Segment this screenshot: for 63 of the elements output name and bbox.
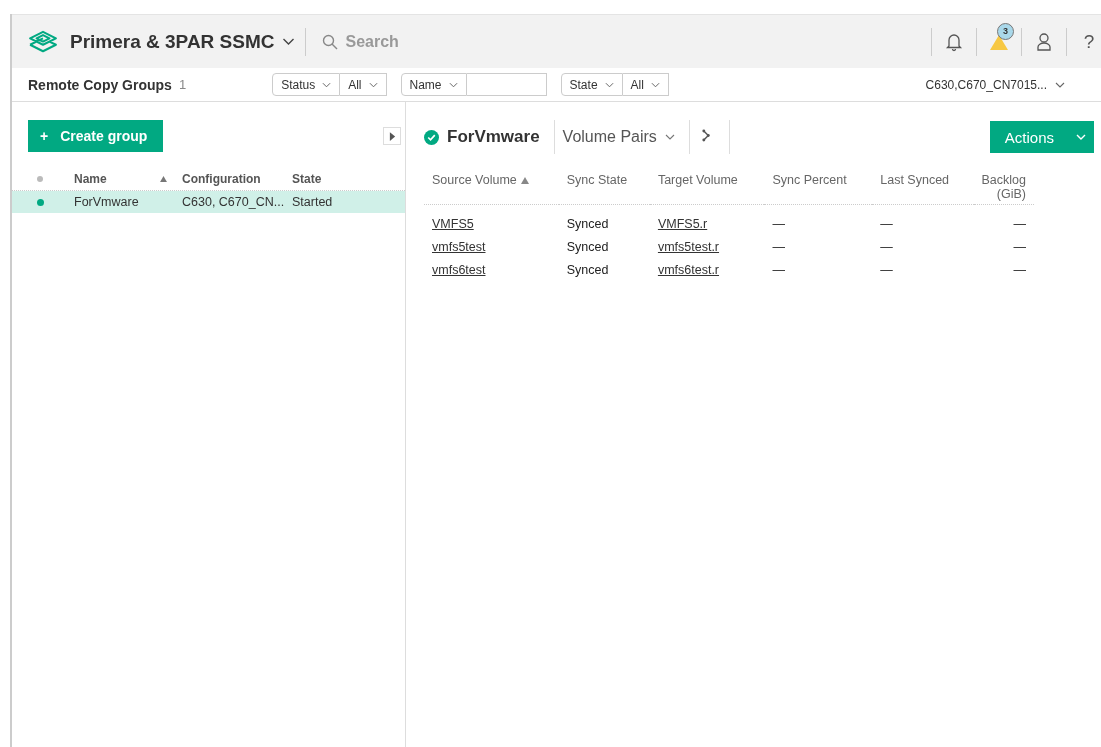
chevron-down-icon: [650, 81, 660, 88]
system-dropdown[interactable]: C630,C670_CN7015...: [925, 77, 1065, 92]
column-header[interactable]: Configuration: [182, 172, 292, 186]
table-cell-text: —: [1012, 239, 1027, 256]
table-cell: —: [973, 204, 1034, 236]
table-cell: Synced: [558, 204, 650, 236]
table-cell-text: —: [1012, 262, 1027, 279]
triangle-right-icon: [388, 131, 396, 141]
column-header[interactable]: State: [292, 172, 372, 186]
filter-input[interactable]: [466, 73, 547, 96]
table-cell-text: Synced: [565, 239, 610, 256]
table-cell: —: [764, 204, 873, 236]
source-volume-link[interactable]: vmfs6test: [432, 263, 486, 277]
column-header[interactable]: Target Volume: [649, 173, 765, 205]
user-icon: [1036, 31, 1052, 52]
column-header[interactable]: Backlog (GiB): [973, 173, 1034, 205]
status-dot-icon: [37, 176, 43, 182]
column-header[interactable]: Last Synced: [872, 173, 974, 205]
filter-dropdown[interactable]: Name: [400, 73, 467, 96]
logo-icon: [28, 29, 58, 54]
collapse-panel-button[interactable]: [383, 127, 401, 145]
table-cell-text: —: [771, 262, 786, 279]
help-button[interactable]: ?: [1077, 26, 1101, 57]
group-row[interactable]: ForVmware C630, C670_CN... Started: [12, 191, 405, 213]
column-header[interactable]: Name: [74, 172, 160, 186]
table-cell-text: —: [879, 239, 894, 256]
filter-dropdown[interactable]: Status: [272, 73, 341, 96]
table-cell-text: —: [879, 262, 894, 279]
group-title: ForVmware: [447, 127, 540, 147]
alert-count-badge: 3: [997, 22, 1014, 40]
table-cell-text: C630, C670_CN...: [182, 195, 286, 209]
search-field[interactable]: Search: [345, 32, 446, 51]
table-cell-text: Synced: [565, 262, 610, 279]
target-volume-link[interactable]: VMFS5.r: [657, 217, 708, 231]
column-header[interactable]: Sync Percent: [764, 173, 873, 205]
page-title: Remote Copy Groups: [28, 76, 172, 93]
chevron-down-icon: [1055, 81, 1065, 88]
chevron-down-icon: [1076, 134, 1086, 140]
chevron-down-icon: [604, 81, 614, 88]
source-volume-link[interactable]: VMFS5: [432, 217, 474, 231]
table-cell-text: Started: [292, 195, 334, 209]
table-cell-text: ForVmware: [74, 195, 140, 209]
target-volume-link[interactable]: vmfs5test.r: [657, 240, 720, 254]
chevron-down-icon: [322, 81, 332, 88]
chevron-down-icon: [281, 37, 295, 46]
table-cell: —: [872, 204, 974, 236]
search-icon: [321, 33, 338, 50]
target-volume-link[interactable]: vmfs6test.r: [657, 263, 720, 277]
table-cell-text: —: [771, 239, 786, 256]
bell-icon: [945, 31, 963, 52]
column-header[interactable]: Source Volume: [424, 173, 559, 205]
branch-icon: [701, 129, 711, 142]
filter-dropdown[interactable]: State: [560, 73, 623, 96]
filter-value-dropdown[interactable]: All: [622, 73, 669, 96]
view-dropdown[interactable]: Volume Pairs: [562, 128, 675, 146]
chevron-down-icon: [448, 81, 458, 88]
app-menu-button[interactable]: Primera & 3PAR SSMC: [70, 30, 295, 53]
source-volume-link[interactable]: vmfs5test: [432, 240, 486, 254]
column-header[interactable]: Sync State: [558, 173, 650, 205]
chevron-down-icon: [664, 134, 675, 140]
filter-value-dropdown[interactable]: All: [340, 73, 387, 96]
group-count: 1: [178, 77, 187, 92]
chevron-down-icon: [368, 81, 378, 88]
